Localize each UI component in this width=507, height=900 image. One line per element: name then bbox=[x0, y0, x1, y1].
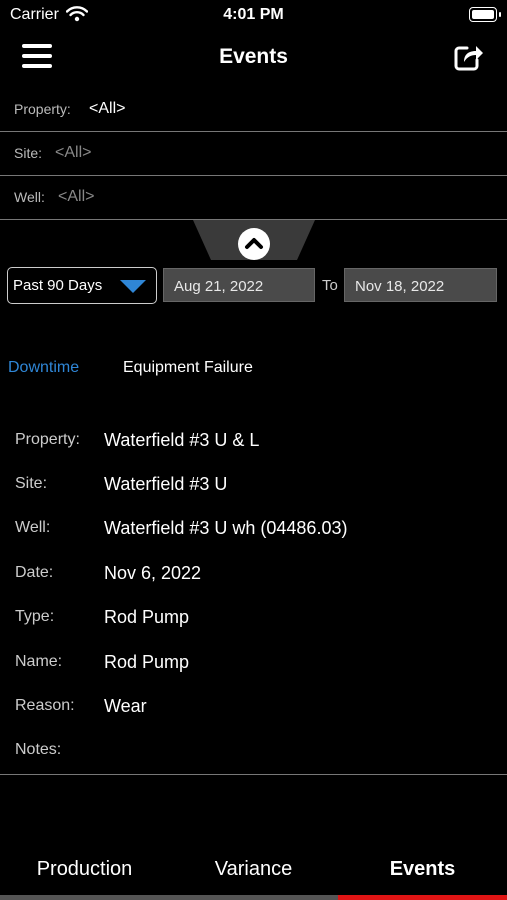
share-icon[interactable] bbox=[453, 42, 485, 72]
status-bar: Carrier 4:01 PM bbox=[0, 0, 507, 30]
detail-divider bbox=[0, 774, 507, 775]
segment-equipment-failure[interactable]: Equipment Failure bbox=[123, 359, 253, 377]
site-filter-label: Site: bbox=[14, 145, 43, 161]
detail-value-date: Nov 6, 2022 bbox=[104, 563, 202, 583]
tab-events[interactable]: Events bbox=[338, 858, 507, 881]
dropdown-caret-icon bbox=[120, 280, 146, 293]
to-label: To bbox=[322, 277, 338, 294]
end-date-value: Nov 18, 2022 bbox=[355, 278, 445, 295]
site-filter[interactable]: Site: <All> bbox=[0, 131, 507, 176]
start-date-value: Aug 21, 2022 bbox=[174, 278, 264, 295]
detail-label-notes: Notes: bbox=[15, 741, 62, 758]
tab-production[interactable]: Production bbox=[0, 858, 169, 881]
detail-label-site: Site: bbox=[15, 475, 48, 492]
detail-value-well: Waterfield #3 U wh (04486.03) bbox=[104, 518, 348, 538]
date-range-select[interactable]: Past 90 Days bbox=[7, 267, 157, 304]
end-date-field[interactable]: Nov 18, 2022 bbox=[344, 268, 497, 302]
well-filter[interactable]: Well: <All> bbox=[0, 175, 507, 220]
clock: 4:01 PM bbox=[223, 6, 284, 23]
segment-downtime[interactable]: Downtime bbox=[8, 359, 79, 377]
property-filter-value[interactable]: <All> bbox=[89, 100, 125, 118]
detail-label-name: Name: bbox=[15, 653, 63, 670]
active-tab-indicator bbox=[338, 895, 507, 900]
detail-label-property: Property: bbox=[15, 431, 80, 448]
start-date-field[interactable]: Aug 21, 2022 bbox=[163, 268, 315, 302]
detail-value-site: Waterfield #3 U bbox=[104, 474, 228, 494]
property-filter-label: Property: bbox=[14, 101, 71, 117]
detail-label-reason: Reason: bbox=[15, 697, 75, 714]
detail-label-type: Type: bbox=[15, 608, 55, 625]
chevron-up-icon[interactable] bbox=[238, 228, 270, 260]
well-filter-value[interactable]: <All> bbox=[58, 188, 94, 206]
tab-track bbox=[0, 895, 338, 900]
detail-value-name: Rod Pump bbox=[104, 652, 190, 672]
battery-icon bbox=[469, 7, 501, 22]
well-filter-label: Well: bbox=[14, 189, 45, 205]
detail-value-reason: Wear bbox=[104, 696, 147, 716]
property-filter[interactable]: Property: <All> bbox=[0, 87, 507, 132]
page-title: Events bbox=[219, 45, 288, 68]
detail-value-property: Waterfield #3 U & L bbox=[104, 430, 260, 450]
detail-label-date: Date: bbox=[15, 564, 54, 581]
date-range-value: Past 90 Days bbox=[13, 277, 103, 294]
detail-value-type: Rod Pump bbox=[104, 607, 190, 627]
site-filter-value[interactable]: <All> bbox=[55, 144, 91, 162]
detail-label-well: Well: bbox=[15, 519, 51, 536]
tab-variance[interactable]: Variance bbox=[169, 858, 338, 881]
